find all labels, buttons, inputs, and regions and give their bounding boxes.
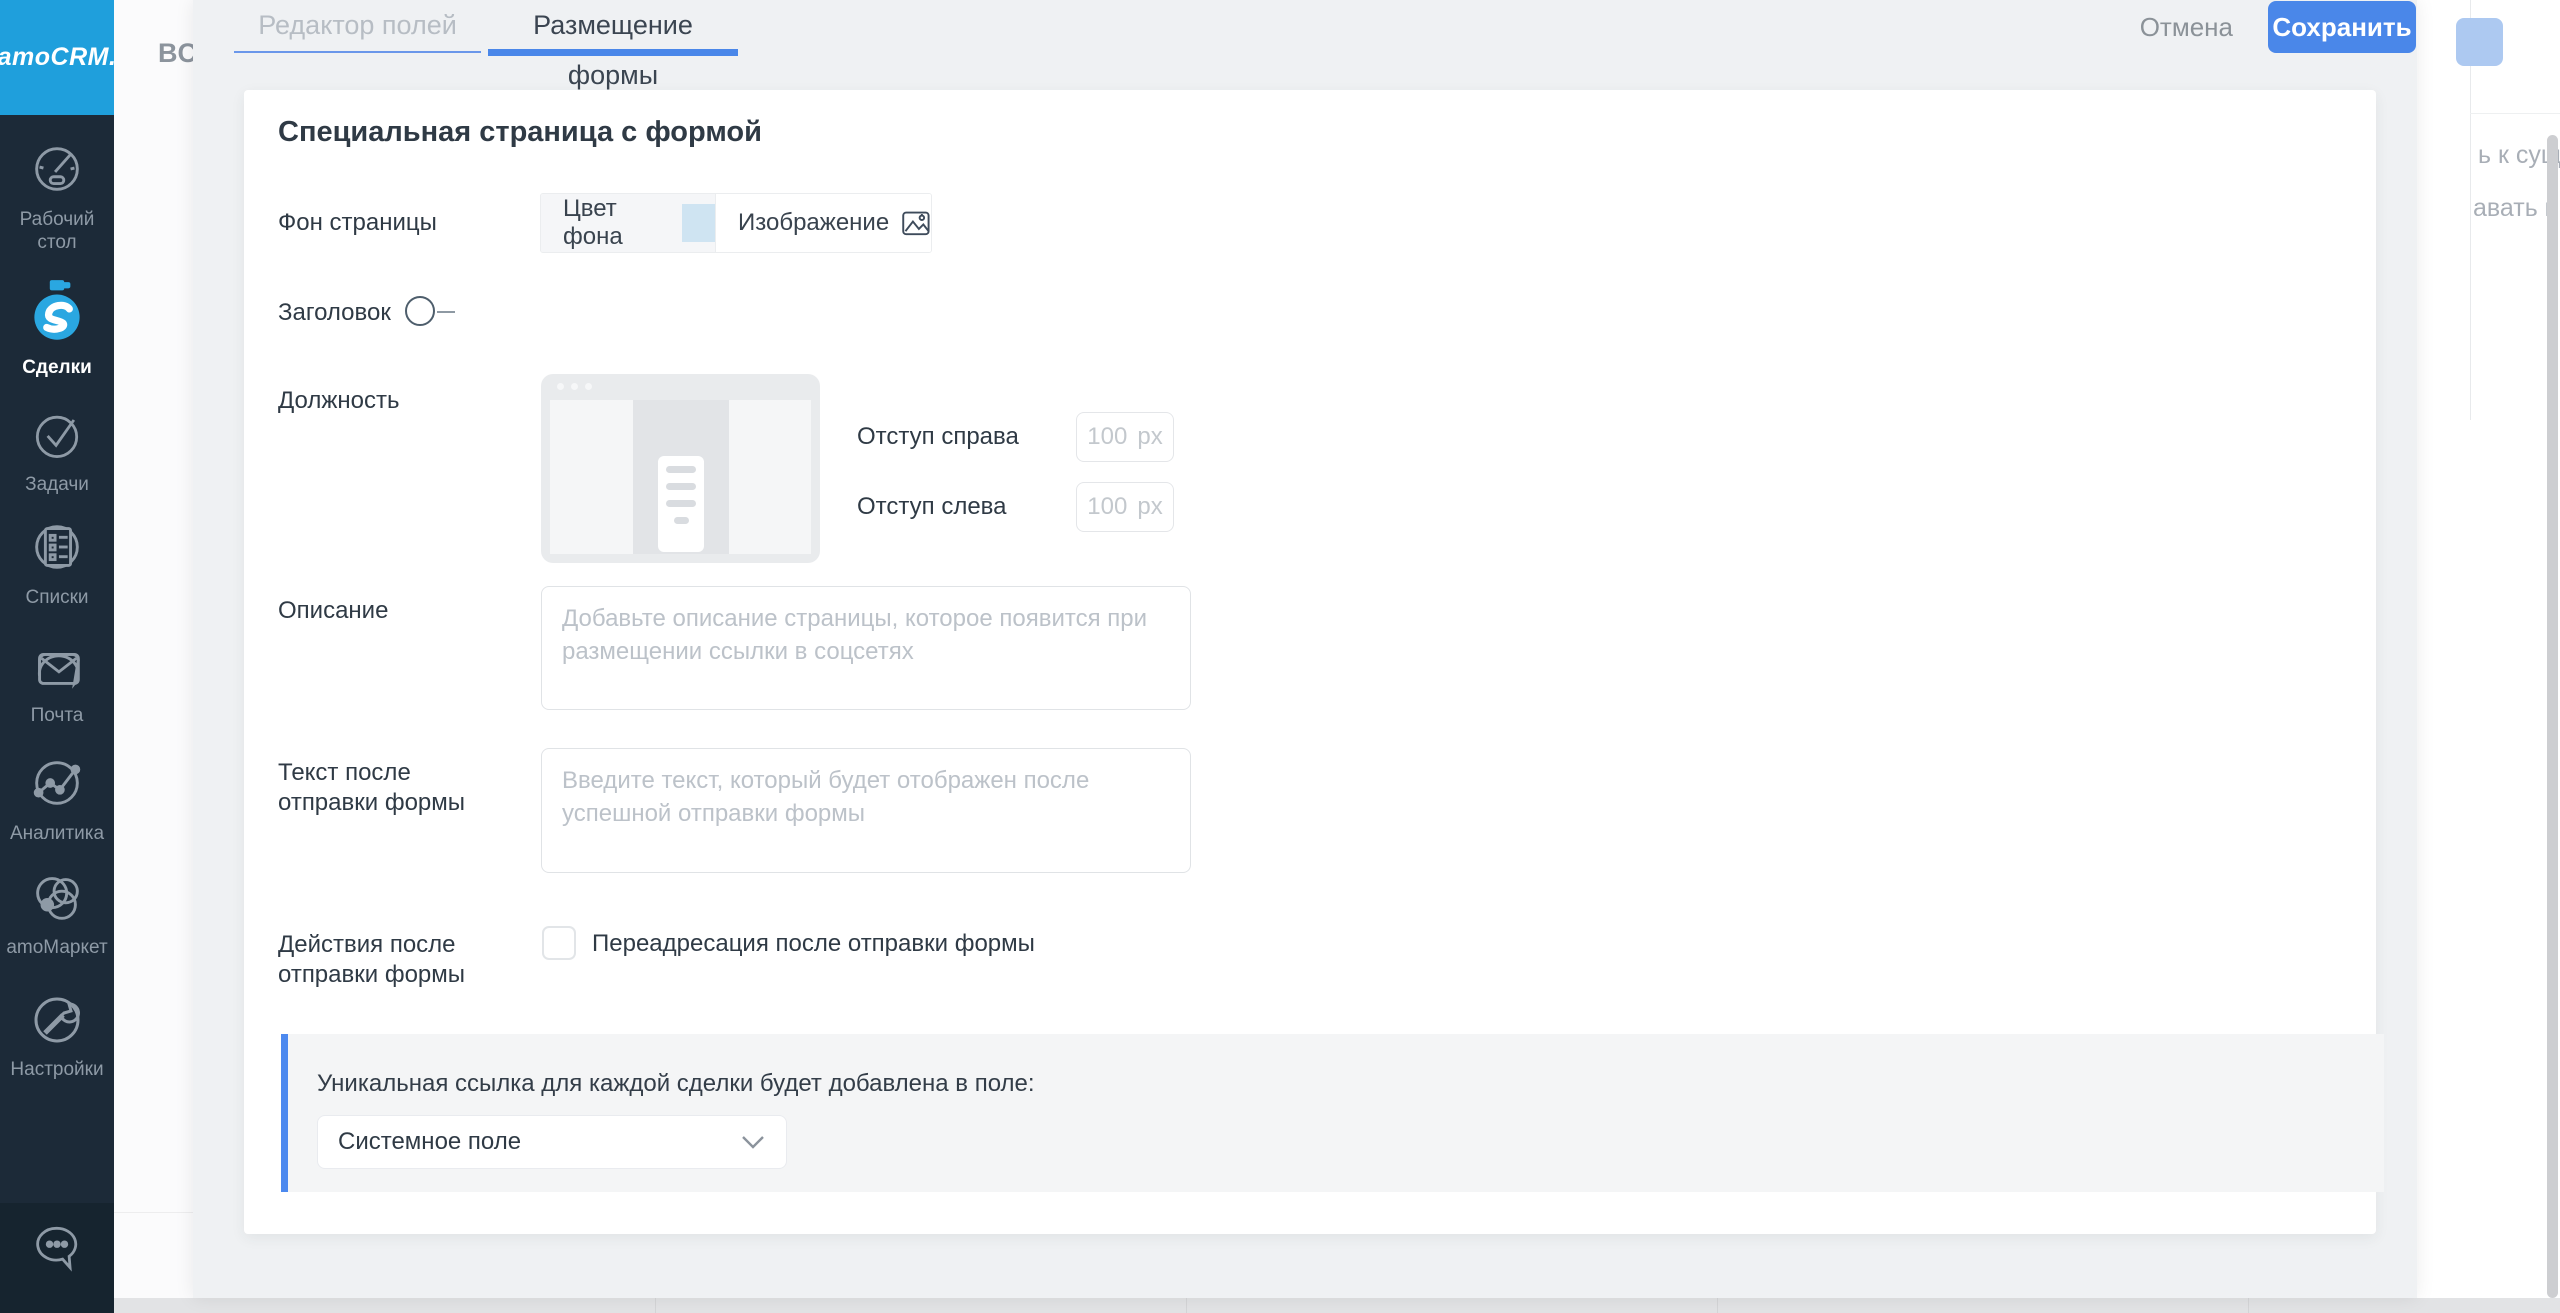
header-toggle-label: Заголовок — [278, 298, 391, 328]
background-divider — [114, 1212, 193, 1213]
tab-field-editor[interactable]: Редактор полей — [234, 0, 481, 56]
after-submit-textarea[interactable] — [541, 748, 1191, 873]
margin-left-input[interactable]: 100 px — [1076, 482, 1174, 532]
chat-bubble-icon — [27, 1219, 87, 1275]
analytics-icon — [26, 752, 88, 814]
sidebar-item-lists[interactable]: Списки — [0, 516, 114, 609]
special-page-card: Специальная страница с формой Фон страни… — [244, 90, 2376, 1234]
image-icon — [901, 205, 931, 241]
preview-body — [550, 400, 811, 554]
mail-icon — [26, 638, 88, 696]
sidebar: amoCRM. Рабочий стол Сделки — [0, 0, 114, 1313]
list-icon — [26, 516, 88, 578]
screen: ВС ь к сущ авать н amoCRM. Рабочий стол — [0, 0, 2560, 1313]
amocrm-logo[interactable]: amoCRM. — [0, 0, 114, 115]
wrench-icon — [25, 986, 89, 1050]
background-field-label: Фон страницы — [278, 208, 437, 238]
position-field-label: Должность — [278, 386, 400, 416]
unit-label: px — [1137, 493, 1162, 521]
background-page-left: ВС — [114, 0, 193, 1298]
redirect-checkbox[interactable] — [542, 926, 576, 960]
after-submit-text-label: Текст после отправки формы — [278, 758, 508, 818]
gauge-icon — [26, 138, 88, 200]
column-divider — [1717, 1298, 1718, 1313]
modal-header: Редактор полей Размещение формы Отмена С… — [193, 0, 2417, 56]
actions-field-label: Действия после отправки формы — [278, 930, 528, 990]
unique-link-info-box: Уникальная ссылка для каждой сделки буде… — [281, 1034, 2384, 1192]
background-type-switcher: Цвет фона Изображение — [540, 193, 932, 253]
preview-form-band — [633, 400, 729, 554]
background-bottom-strip — [114, 1298, 2560, 1313]
deals-icon — [24, 276, 90, 348]
form-settings-modal: Редактор полей Размещение формы Отмена С… — [193, 0, 2417, 1298]
sidebar-item-settings[interactable]: Настройки — [0, 986, 114, 1081]
background-toolbar-edge — [2470, 113, 2560, 114]
margin-right-input[interactable]: 100 px — [1076, 412, 1174, 462]
background-page-right: ь к сущ авать н — [2417, 0, 2560, 1298]
sidebar-item-desktop[interactable]: Рабочий стол — [0, 138, 114, 254]
chevron-down-icon — [740, 1134, 766, 1150]
background-image-button[interactable]: Изображение — [715, 194, 931, 252]
toggle-rail — [437, 311, 455, 313]
amomarket-icon — [26, 866, 88, 928]
header-toggle-switch[interactable] — [405, 296, 459, 328]
toggle-knob — [405, 296, 435, 326]
page-title: Специальная страница с формой — [278, 116, 762, 149]
browser-dots — [557, 383, 592, 390]
tab-form-placement[interactable]: Размещение формы — [488, 0, 738, 56]
sidebar-item-tasks[interactable]: Задачи — [0, 405, 114, 496]
background-color-button[interactable]: Цвет фона — [541, 194, 715, 252]
page-layout-preview[interactable] — [541, 374, 820, 563]
description-textarea[interactable] — [541, 586, 1191, 710]
redirect-checkbox-label[interactable]: Переадресация после отправки формы — [592, 930, 1035, 958]
cancel-button[interactable]: Отмена — [2140, 12, 2233, 43]
save-button[interactable]: Сохранить — [2268, 1, 2416, 53]
description-field-label: Описание — [278, 596, 388, 626]
background-disabled-button — [2456, 18, 2503, 66]
tab-underline-active — [488, 49, 738, 56]
tab-underline-inactive — [234, 51, 481, 53]
background-clipped-option-2: авать н — [2473, 194, 2559, 223]
preview-form-card — [658, 456, 704, 552]
system-field-select[interactable]: Системное поле — [317, 1115, 787, 1169]
sidebar-item-deals[interactable]: Сделки — [0, 276, 114, 379]
unique-link-text: Уникальная ссылка для каждой сделки буде… — [317, 1070, 1035, 1098]
support-chat-button[interactable] — [0, 1219, 114, 1275]
color-swatch[interactable] — [682, 204, 715, 242]
margin-right-label: Отступ справа — [857, 423, 1019, 451]
margin-left-label: Отступ слева — [857, 493, 1007, 521]
column-divider — [655, 1298, 656, 1313]
sidebar-item-analytics[interactable]: Аналитика — [0, 752, 114, 845]
unit-label: px — [1137, 423, 1162, 451]
sidebar-item-mail[interactable]: Почта — [0, 638, 114, 727]
page-scrollbar[interactable] — [2547, 135, 2558, 1298]
background-clipped-text: ВС — [158, 38, 198, 69]
column-divider — [2248, 1298, 2249, 1313]
column-divider — [1186, 1298, 1187, 1313]
sidebar-item-amomarket[interactable]: amoМаркет — [0, 866, 114, 959]
sidebar-footer — [0, 1203, 114, 1313]
check-circle-icon — [27, 405, 87, 465]
